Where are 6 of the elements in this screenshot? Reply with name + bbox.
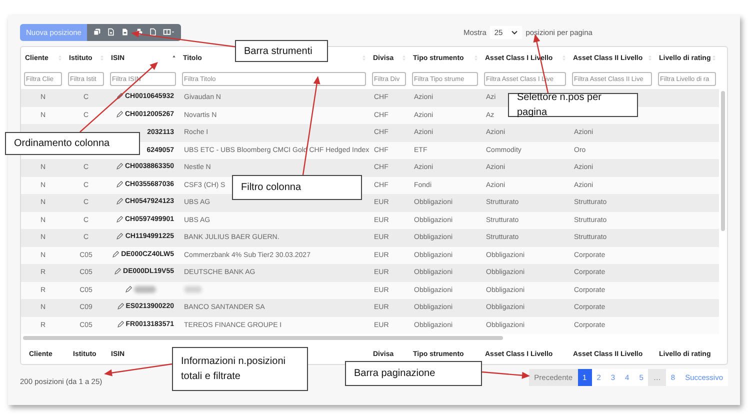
callout-tooltip: Selettore n.pos per pagina [508,93,638,117]
callout-tooltip: Filtro colonna [232,175,362,200]
callout-tooltip: Barra strumenti [235,40,328,62]
callout-tooltip: Informazioni n.posizioni totali e filtrate [172,347,308,391]
callout-tooltip: Ordinamento colonna [5,132,140,155]
callout-tooltip: Barra paginazione [345,361,482,386]
